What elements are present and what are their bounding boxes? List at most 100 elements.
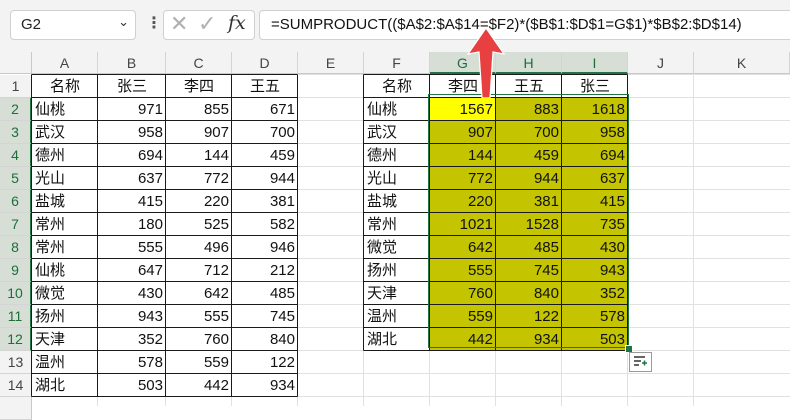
table-cell[interactable]: 415	[562, 190, 628, 213]
table-cell[interactable]: 555	[430, 259, 496, 282]
table-cell[interactable]: 958	[98, 121, 166, 144]
table-cell[interactable]: 光山	[364, 167, 430, 190]
table-cell[interactable]: 144	[430, 144, 496, 167]
table-cell[interactable]: 352	[98, 328, 166, 351]
table-cell[interactable]: 光山	[32, 167, 98, 190]
table-cell[interactable]: 1021	[430, 213, 496, 236]
table-header-cell[interactable]: 王五	[232, 75, 298, 98]
table-cell[interactable]: 958	[562, 121, 628, 144]
table-cell[interactable]: 700	[232, 121, 298, 144]
table-cell[interactable]: 381	[496, 190, 562, 213]
table-cell[interactable]: 582	[232, 213, 298, 236]
table-cell[interactable]: 907	[430, 121, 496, 144]
table-cell[interactable]: 仙桃	[32, 259, 98, 282]
table-cell[interactable]: 442	[430, 328, 496, 351]
table-cell[interactable]: 温州	[364, 305, 430, 328]
table-cell[interactable]: 武汉	[32, 121, 98, 144]
table-cell[interactable]: 694	[562, 144, 628, 167]
table-cell[interactable]: 温州	[32, 351, 98, 374]
table-cell[interactable]: 220	[430, 190, 496, 213]
table-cell[interactable]: 555	[166, 305, 232, 328]
table-cell[interactable]: 883	[496, 98, 562, 121]
table-header-cell[interactable]: 张三	[562, 75, 628, 98]
quick-analysis-button[interactable]	[629, 352, 652, 372]
table-cell[interactable]: 840	[232, 328, 298, 351]
table-cell[interactable]: 943	[98, 305, 166, 328]
table-cell[interactable]: 1567	[430, 98, 496, 121]
table-cell[interactable]: 1618	[562, 98, 628, 121]
table-cell[interactable]: 122	[232, 351, 298, 374]
table-cell[interactable]: 扬州	[364, 259, 430, 282]
table-cell[interactable]: 503	[562, 328, 628, 351]
table-cell[interactable]: 德州	[364, 144, 430, 167]
table-header-cell[interactable]: 张三	[98, 75, 166, 98]
table-cell[interactable]: 745	[496, 259, 562, 282]
table-cell[interactable]: 天津	[364, 282, 430, 305]
table-cell[interactable]: 578	[562, 305, 628, 328]
table-cell[interactable]: 943	[562, 259, 628, 282]
table-cell[interactable]: 671	[232, 98, 298, 121]
table-cell[interactable]: 712	[166, 259, 232, 282]
table-cell[interactable]: 扬州	[32, 305, 98, 328]
table-cell[interactable]: 760	[166, 328, 232, 351]
table-cell[interactable]: 637	[562, 167, 628, 190]
table-cell[interactable]: 907	[166, 121, 232, 144]
table-cell[interactable]: 122	[496, 305, 562, 328]
table-cell[interactable]: 仙桃	[364, 98, 430, 121]
table-cell[interactable]: 常州	[32, 236, 98, 259]
table-cell[interactable]: 772	[430, 167, 496, 190]
table-cell[interactable]: 772	[166, 167, 232, 190]
table-cell[interactable]: 天津	[32, 328, 98, 351]
table-cell[interactable]: 503	[98, 374, 166, 397]
table-cell[interactable]: 642	[430, 236, 496, 259]
table-cell[interactable]: 496	[166, 236, 232, 259]
table-cell[interactable]: 944	[232, 167, 298, 190]
table-cell[interactable]: 220	[166, 190, 232, 213]
table-cell[interactable]: 555	[98, 236, 166, 259]
table-cell[interactable]: 855	[166, 98, 232, 121]
table-cell[interactable]: 971	[98, 98, 166, 121]
table-header-cell[interactable]: 李四	[166, 75, 232, 98]
table-cell[interactable]: 德州	[32, 144, 98, 167]
table-cell[interactable]: 735	[562, 213, 628, 236]
table-cell[interactable]: 485	[232, 282, 298, 305]
table-cell[interactable]: 415	[98, 190, 166, 213]
table-cell[interactable]: 525	[166, 213, 232, 236]
table-cell[interactable]: 144	[166, 144, 232, 167]
table-cell[interactable]: 430	[98, 282, 166, 305]
table-cell[interactable]: 459	[496, 144, 562, 167]
table-cell[interactable]: 仙桃	[32, 98, 98, 121]
table-cell[interactable]: 湖北	[364, 328, 430, 351]
table-cell[interactable]: 485	[496, 236, 562, 259]
table-cell[interactable]: 760	[430, 282, 496, 305]
table-cell[interactable]: 459	[232, 144, 298, 167]
table-cell[interactable]: 212	[232, 259, 298, 282]
table-cell[interactable]: 934	[232, 374, 298, 397]
table-cell[interactable]: 381	[232, 190, 298, 213]
table-cell[interactable]: 559	[166, 351, 232, 374]
table-cell[interactable]: 946	[232, 236, 298, 259]
table-cell[interactable]: 694	[98, 144, 166, 167]
table-cell[interactable]: 1528	[496, 213, 562, 236]
table-header-cell[interactable]: 名称	[32, 75, 98, 98]
table-cell[interactable]: 578	[98, 351, 166, 374]
table-cell[interactable]: 442	[166, 374, 232, 397]
table-cell[interactable]: 常州	[364, 213, 430, 236]
table-cell[interactable]: 642	[166, 282, 232, 305]
table-cell[interactable]: 武汉	[364, 121, 430, 144]
table-cell[interactable]: 常州	[32, 213, 98, 236]
table-cell[interactable]: 微觉	[364, 236, 430, 259]
table-cell[interactable]: 盐城	[32, 190, 98, 213]
table-cell[interactable]: 745	[232, 305, 298, 328]
table-cell[interactable]: 840	[496, 282, 562, 305]
table-cell[interactable]: 944	[496, 167, 562, 190]
table-cell[interactable]: 559	[430, 305, 496, 328]
table-cell[interactable]: 微觉	[32, 282, 98, 305]
table-cell[interactable]: 430	[562, 236, 628, 259]
table-cell[interactable]: 934	[496, 328, 562, 351]
table-cell[interactable]: 647	[98, 259, 166, 282]
table-cell[interactable]: 637	[98, 167, 166, 190]
table-cell[interactable]: 盐城	[364, 190, 430, 213]
table-cell[interactable]: 湖北	[32, 374, 98, 397]
table-cell[interactable]: 180	[98, 213, 166, 236]
